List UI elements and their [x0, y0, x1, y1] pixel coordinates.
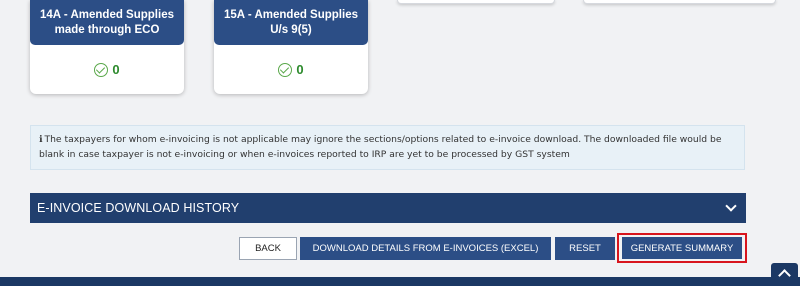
- back-button[interactable]: BACK: [239, 237, 297, 260]
- reset-button[interactable]: RESET: [555, 237, 615, 260]
- card-title: 14A - Amended Supplies made through ECO: [30, 0, 184, 45]
- einvoice-notice: ℹ The taxpayers for whom e-invoicing is n…: [30, 125, 745, 170]
- check-circle-icon: [278, 62, 293, 77]
- card-count-row: 0: [30, 45, 184, 94]
- card-count-row: 0: [214, 45, 368, 94]
- chevron-up-icon[interactable]: [771, 263, 798, 283]
- accordion-title: E-INVOICE DOWNLOAD HISTORY: [37, 201, 240, 215]
- card-stub: [397, 0, 555, 4]
- card-stub: [583, 0, 776, 4]
- check-circle-icon: [94, 62, 109, 77]
- download-excel-button[interactable]: DOWNLOAD DETAILS FROM E-INVOICES (EXCEL): [300, 237, 551, 260]
- info-icon: ℹ: [39, 134, 43, 145]
- notice-text: The taxpayers for whom e-invoicing is no…: [39, 134, 722, 160]
- card-count: 0: [296, 62, 304, 77]
- highlight-box: GENERATE SUMMARY: [617, 233, 747, 263]
- card-title: 15A - Amended Supplies U/s 9(5): [214, 0, 368, 45]
- einvoice-download-history-accordion[interactable]: E-INVOICE DOWNLOAD HISTORY: [30, 193, 746, 223]
- generate-summary-button[interactable]: GENERATE SUMMARY: [622, 237, 742, 259]
- chevron-down-icon[interactable]: [724, 201, 738, 215]
- summary-card-14a[interactable]: 14A - Amended Supplies made through ECO …: [30, 0, 184, 94]
- page-footer: [0, 277, 800, 286]
- summary-card-15a[interactable]: 15A - Amended Supplies U/s 9(5) 0: [214, 0, 368, 94]
- card-count: 0: [112, 62, 120, 77]
